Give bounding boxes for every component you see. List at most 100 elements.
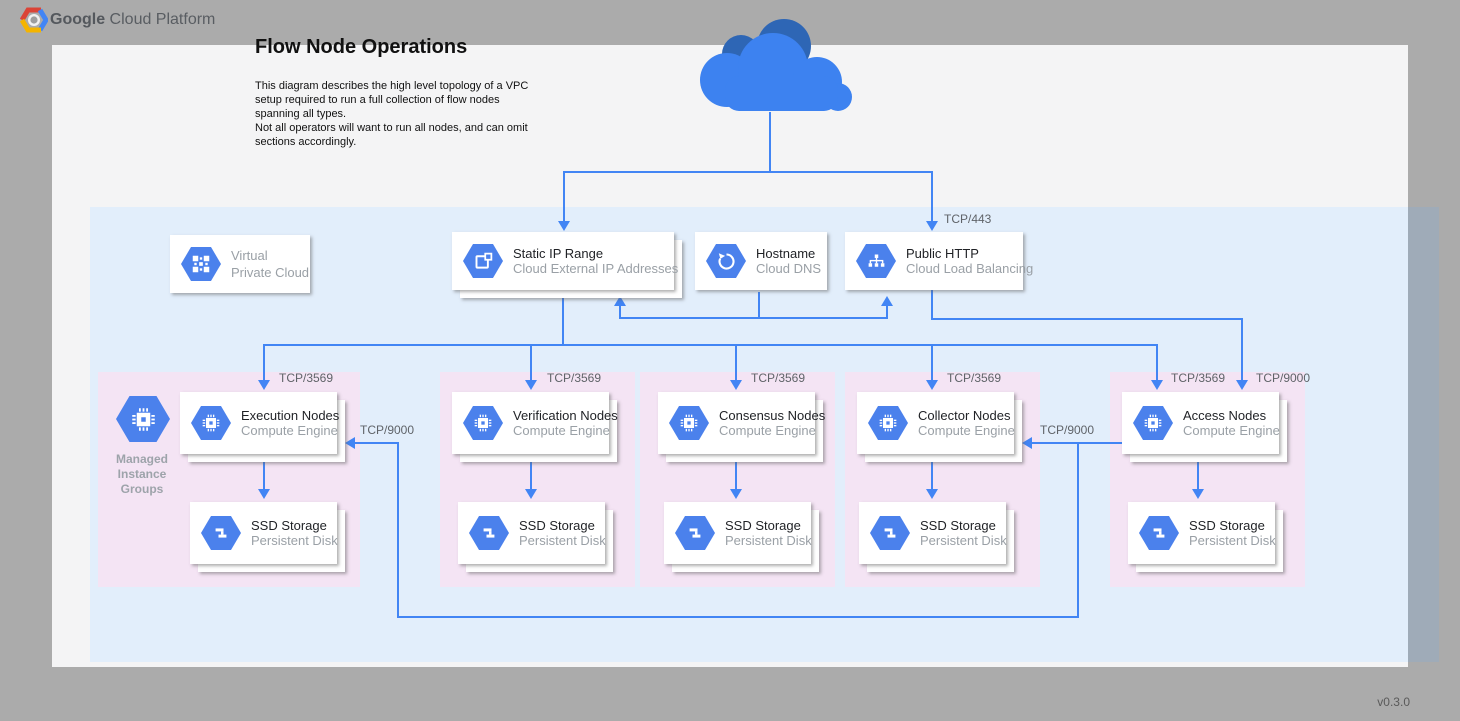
arrowhead-icon <box>926 221 938 231</box>
tcp-9000-label: TCP/9000 <box>1040 423 1094 437</box>
page-title: Flow Node Operations <box>255 36 467 59</box>
connector-line <box>263 344 1158 346</box>
card-title: Public HTTP <box>906 246 1033 261</box>
card-title: Static IP Range <box>513 246 678 261</box>
card-subtitle: Persistent Disk <box>519 533 606 548</box>
card-subtitle: Compute Engine <box>1183 423 1280 438</box>
arrowhead-icon <box>1151 380 1163 390</box>
connector-line <box>619 305 621 318</box>
arrowhead-icon <box>558 221 570 231</box>
card-title: SSD Storage <box>725 518 812 533</box>
connector-line <box>735 458 737 490</box>
connector-line <box>354 442 398 444</box>
card-subtitle: Cloud Load Balancing <box>906 261 1033 276</box>
tcp-443-label: TCP/443 <box>944 212 991 226</box>
connector-line <box>931 290 933 320</box>
connector-line <box>563 171 933 173</box>
gcp-logo-icon <box>20 7 48 33</box>
ssd-storage-card: SSD Storage Persistent Disk <box>664 502 811 564</box>
compute-engine-icon <box>669 406 709 440</box>
brand-title: Google Cloud Platform <box>50 11 215 29</box>
connector-line <box>1156 344 1158 382</box>
persistent-disk-icon <box>201 516 241 550</box>
ssd-storage-card: SSD Storage Persistent Disk <box>190 502 337 564</box>
connector-line <box>397 442 399 618</box>
card-subtitle: Private Cloud <box>231 264 309 281</box>
arrowhead-icon <box>881 296 893 306</box>
arrowhead-icon <box>525 489 537 499</box>
arrowhead-icon <box>258 489 270 499</box>
tcp-9000-label: TCP/9000 <box>360 423 414 437</box>
connector-line <box>1077 442 1079 618</box>
virtual-private-cloud-card: Virtual Private Cloud <box>170 235 310 293</box>
static-ip-range-card: Static IP Range Cloud External IP Addres… <box>452 232 674 290</box>
connector-line <box>931 344 933 382</box>
arrowhead-icon <box>1192 489 1204 499</box>
internet-cloud-icon <box>681 14 861 119</box>
connector-line <box>619 317 888 319</box>
arrowhead-icon <box>926 489 938 499</box>
vpc-icon <box>181 247 221 281</box>
card-subtitle: Persistent Disk <box>251 533 338 548</box>
page-description: This diagram describes the high level to… <box>255 79 531 149</box>
connector-line <box>263 458 265 490</box>
card-subtitle: Persistent Disk <box>725 533 812 548</box>
arrowhead-icon <box>730 380 742 390</box>
arrowhead-icon <box>1236 380 1248 390</box>
ssd-storage-card: SSD Storage Persistent Disk <box>859 502 1006 564</box>
public-http-card: Public HTTP Cloud Load Balancing <box>845 232 1023 290</box>
tcp-9000-label: TCP/9000 <box>1256 371 1310 385</box>
connector-line <box>530 344 532 382</box>
connector-line <box>562 297 564 345</box>
arrowhead-icon <box>730 489 742 499</box>
card-title: SSD Storage <box>251 518 338 533</box>
card-subtitle: Persistent Disk <box>920 533 1007 548</box>
card-title: Consensus Nodes <box>719 408 825 423</box>
ssd-storage-card: SSD Storage Persistent Disk <box>1128 502 1275 564</box>
arrowhead-icon <box>1022 437 1032 449</box>
external-ip-icon <box>463 244 503 278</box>
arrowhead-icon <box>525 380 537 390</box>
persistent-disk-icon <box>675 516 715 550</box>
arrowhead-icon <box>926 380 938 390</box>
connector-line <box>397 616 1079 618</box>
connector-line <box>1197 458 1199 490</box>
card-subtitle: Cloud External IP Addresses <box>513 261 678 276</box>
managed-instance-groups-icon <box>116 396 170 442</box>
mig-label-line: Instance <box>98 467 186 482</box>
connector-line <box>769 112 771 172</box>
vpc-zone-edge <box>1408 207 1439 662</box>
cloud-load-balancing-icon <box>856 244 896 278</box>
card-title: Virtual <box>231 247 309 264</box>
managed-instance-groups-label: Managed Instance Groups <box>98 452 186 497</box>
card-subtitle: Persistent Disk <box>1189 533 1276 548</box>
card-subtitle: Compute Engine <box>513 423 618 438</box>
connector-line <box>563 171 565 223</box>
card-title: SSD Storage <box>920 518 1007 533</box>
tcp-3569-label: TCP/3569 <box>547 371 601 385</box>
connector-line <box>931 171 933 223</box>
persistent-disk-icon <box>469 516 509 550</box>
compute-engine-icon <box>191 406 231 440</box>
arrowhead-icon <box>345 437 355 449</box>
connector-line <box>1241 318 1243 382</box>
tcp-3569-label: TCP/3569 <box>279 371 333 385</box>
compute-engine-icon <box>463 406 503 440</box>
card-title: Verification Nodes <box>513 408 618 423</box>
card-title: Collector Nodes <box>918 408 1015 423</box>
collector-nodes-card: Collector Nodes Compute Engine <box>857 392 1014 454</box>
tcp-3569-label: TCP/3569 <box>947 371 1001 385</box>
card-subtitle: Compute Engine <box>241 423 339 438</box>
connector-line <box>931 458 933 490</box>
card-title: Hostname <box>756 246 821 261</box>
mig-label-line: Groups <box>98 482 186 497</box>
connector-line <box>886 305 888 318</box>
verification-nodes-card: Verification Nodes Compute Engine <box>452 392 609 454</box>
compute-engine-icon <box>868 406 908 440</box>
card-subtitle: Compute Engine <box>918 423 1015 438</box>
gcp-architecture-diagram: Google Cloud Platform Flow Node Operatio… <box>0 0 1460 721</box>
connector-line <box>735 344 737 382</box>
brand-cloud-platform: Cloud Platform <box>105 11 215 28</box>
ssd-storage-card: SSD Storage Persistent Disk <box>458 502 605 564</box>
connector-line <box>758 292 760 319</box>
